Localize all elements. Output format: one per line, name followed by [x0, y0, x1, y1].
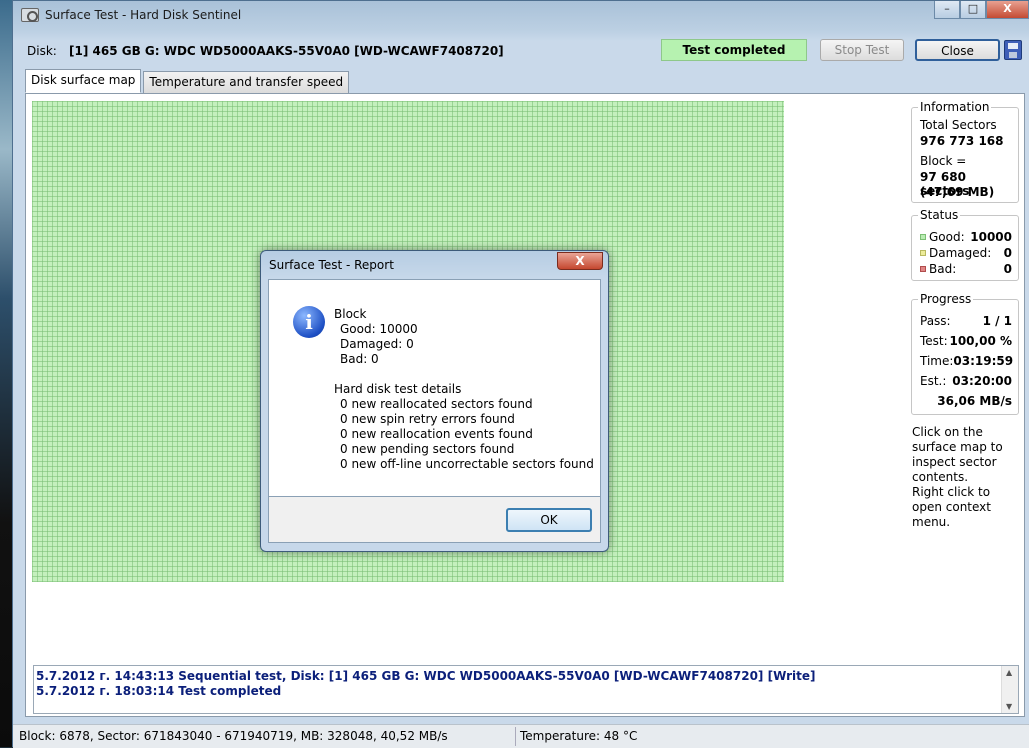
speed-row: 36,06 MB/s — [920, 394, 1012, 408]
test-row: Test: 100,00 % — [920, 334, 1012, 348]
est-row: Est.: 03:20:00 — [920, 374, 1012, 388]
ok-button[interactable]: OK — [506, 508, 592, 532]
pass-label: Pass: — [920, 314, 951, 328]
maximize-button[interactable]: □ — [960, 1, 986, 19]
report-line: 0 new reallocation events found — [340, 427, 533, 441]
report-line: 0 new off-line uncorrectable sectors fou… — [340, 457, 594, 471]
bad-legend-swatch — [920, 266, 926, 272]
window-close-button[interactable]: X — [986, 1, 1029, 19]
disk-app-icon — [21, 8, 39, 22]
status-group: Status Good: 10000 Damaged: 0 Bad: 0 — [911, 208, 1019, 281]
information-title: Information — [918, 100, 992, 114]
block-position-status: Block: 6878, Sector: 671843040 - 6719407… — [19, 729, 448, 743]
bad-count: 0 — [1003, 262, 1012, 276]
tab-strip: Disk surface map Temperature and transfe… — [25, 69, 351, 93]
disk-label: Disk: — [27, 44, 57, 58]
time-label: Time: — [920, 354, 954, 368]
info-icon: i — [293, 306, 325, 338]
tab-temperature-transfer-speed[interactable]: Temperature and transfer speed — [143, 71, 350, 93]
information-group: Information Total Sectors 976 773 168 Bl… — [911, 100, 1019, 203]
speed-value: 36,06 MB/s — [937, 394, 1012, 408]
disk-toolbar: Disk: [1] 465 GB G: WDC WD5000AAKS-55V0A… — [13, 37, 1029, 65]
report-footer: OK — [268, 497, 601, 543]
test-status-badge: Test completed — [661, 39, 807, 61]
surface-help-text: Click on the surface map to inspect sect… — [912, 425, 1003, 484]
title-bar[interactable]: Surface Test - Hard Disk Sentinel – □ X — [13, 1, 1029, 31]
report-body: i Block Good: 10000 Damaged: 0 Bad: 0 Ha… — [268, 279, 601, 497]
report-dialog-title: Surface Test - Report — [269, 258, 394, 272]
good-count: 10000 — [970, 230, 1012, 244]
damaged-legend-swatch — [920, 250, 926, 256]
bad-label: Bad: — [929, 262, 957, 276]
log-entry: 5.7.2012 г. 18:03:14 Test completed — [36, 684, 282, 698]
stop-test-button[interactable]: Stop Test — [820, 39, 904, 61]
close-button[interactable]: Close — [915, 39, 1000, 61]
total-sectors-value: 976 773 168 — [920, 134, 1004, 148]
log-scrollbar[interactable] — [1001, 666, 1018, 713]
good-legend-swatch — [920, 234, 926, 240]
log-entry: 5.7.2012 г. 14:43:13 Sequential test, Di… — [36, 669, 816, 683]
status-separator — [515, 727, 516, 746]
status-bar: Block: 6878, Sector: 671843040 - 6719407… — [13, 724, 1029, 748]
progress-title: Progress — [918, 292, 974, 306]
event-log[interactable]: 5.7.2012 г. 14:43:13 Sequential test, Di… — [33, 665, 1019, 714]
report-line: Bad: 0 — [340, 352, 379, 366]
est-label: Est.: — [920, 374, 947, 388]
status-good-row: Good: 10000 — [920, 230, 1012, 244]
report-line: 0 new spin retry errors found — [340, 412, 515, 426]
report-line: 0 new pending sectors found — [340, 442, 515, 456]
block-mb-value: (47,69 MB) — [920, 185, 995, 199]
window-controls: – □ X — [934, 1, 1029, 19]
surface-test-report-dialog: Surface Test - Report X i Block Good: 10… — [260, 250, 609, 552]
status-bad-row: Bad: 0 — [920, 262, 1012, 276]
context-menu-help-text: Right click to open context menu. — [912, 485, 991, 529]
tab-disk-surface-map[interactable]: Disk surface map — [25, 69, 142, 93]
progress-group: Progress Pass: 1 / 1 Test: 100,00 % Time… — [911, 292, 1019, 415]
status-title: Status — [918, 208, 961, 222]
minimize-button[interactable]: – — [934, 1, 960, 19]
report-line: 0 new reallocated sectors found — [340, 397, 533, 411]
pass-row: Pass: 1 / 1 — [920, 314, 1012, 328]
total-sectors-label: Total Sectors — [920, 118, 997, 132]
test-percent: 100,00 % — [949, 334, 1012, 348]
window-title: Surface Test - Hard Disk Sentinel — [45, 8, 242, 22]
time-row: Time: 03:19:59 — [920, 354, 1014, 368]
time-value: 03:19:59 — [953, 354, 1014, 368]
pass-value: 1 / 1 — [982, 314, 1012, 328]
status-damaged-row: Damaged: 0 — [920, 246, 1012, 260]
report-line: Block — [334, 307, 367, 321]
temperature-status: Temperature: 48 °C — [520, 729, 638, 743]
block-label: Block = — [920, 154, 967, 168]
damaged-label: Damaged: — [929, 246, 992, 260]
est-value: 03:20:00 — [952, 374, 1012, 388]
report-line: Hard disk test details — [334, 382, 462, 396]
test-label: Test: — [920, 334, 948, 348]
report-line: Good: 10000 — [340, 322, 418, 336]
damaged-count: 0 — [1003, 246, 1012, 260]
report-close-button[interactable]: X — [557, 252, 603, 270]
disk-name: [1] 465 GB G: WDC WD5000AAKS-55V0A0 [WD-… — [69, 44, 504, 58]
save-icon[interactable] — [1004, 40, 1022, 60]
report-line: Damaged: 0 — [340, 337, 414, 351]
good-label: Good: — [929, 230, 965, 244]
